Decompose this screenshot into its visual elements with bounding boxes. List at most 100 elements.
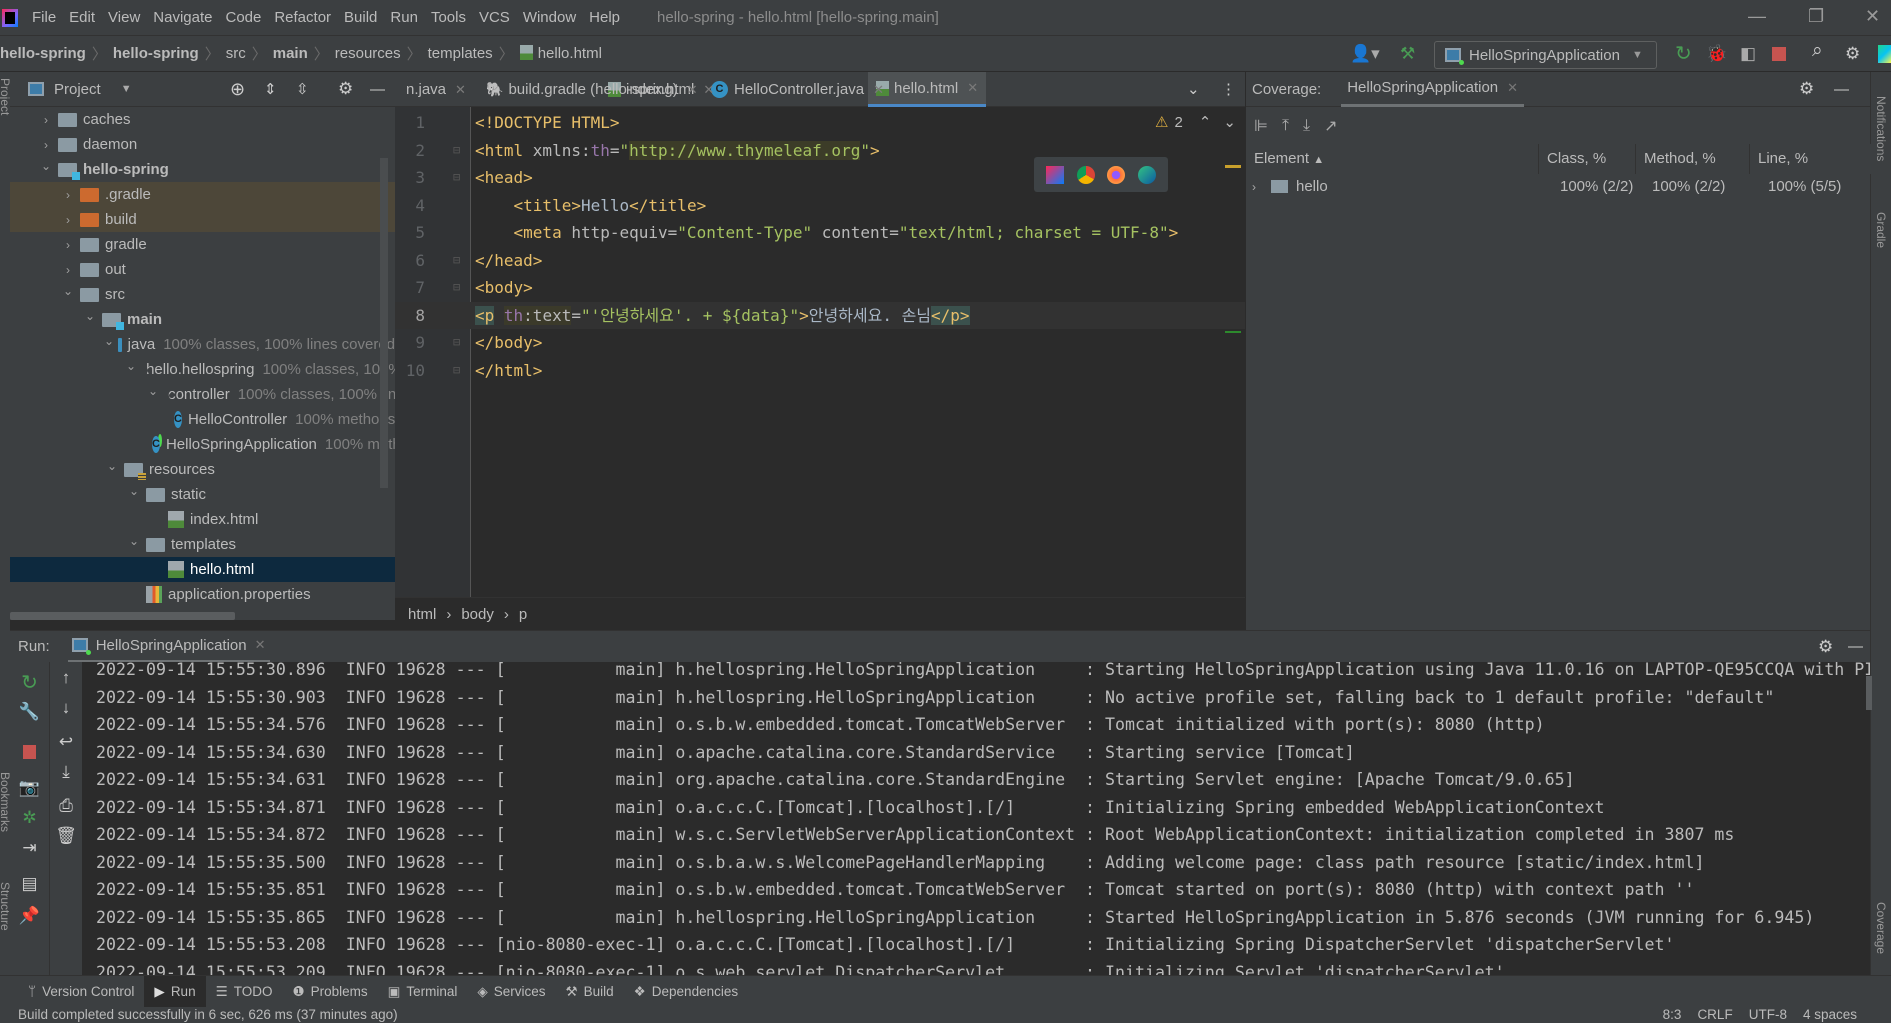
console-scrollbar[interactable] [1866,676,1872,710]
navigate-down-icon[interactable]: ⤓ [1303,117,1310,135]
close-icon[interactable]: ✕ [967,80,978,96]
tool-tab-version-control[interactable]: ᛘ Version Control [18,976,144,1008]
run-tab[interactable]: HelloSpringApplication ✕ [67,631,270,663]
chevron-down-icon[interactable]: ⌄ [126,534,142,548]
tree-item[interactable]: ⌄ src [10,282,395,307]
menu-navigate[interactable]: Navigate [153,9,212,26]
scroll-to-end-icon[interactable]: ⤓ [50,762,82,782]
tree-item[interactable]: › out [10,257,395,282]
tool-tab-dependencies[interactable]: ❖ Dependencies [624,976,748,1008]
indent-setting[interactable]: 4 spaces [1803,1007,1857,1023]
fold-close-icon[interactable]: ⊟ [453,247,460,275]
chevron-down-icon[interactable]: ▼ [121,83,132,95]
status-message[interactable]: Build completed successfully in 6 sec, 6… [18,1007,398,1023]
stop-icon[interactable] [1772,47,1786,61]
console-output[interactable]: 2022-09-14 15:55:30.896 INFO 19628 --- [… [82,662,1870,975]
file-encoding[interactable]: UTF-8 [1749,1007,1787,1023]
close-icon[interactable]: ✕ [1507,80,1518,96]
code-line[interactable]: 8 <p th:text="'안녕하세요'. + ${data}">안녕하세요. … [395,301,1245,329]
fold-open-icon[interactable]: ⊟ [453,137,460,165]
chevron-right-icon[interactable]: › [60,188,76,202]
stop-icon[interactable] [10,744,49,764]
tree-item[interactable]: CHelloController100% methods, 100% lines… [10,407,395,432]
tree-item[interactable]: › .gradle [10,182,395,207]
hide-panel-icon[interactable]: — [1848,638,1863,655]
code-line[interactable]: 6 ⊟ </head> [395,247,1245,275]
run-configuration-select[interactable]: HelloSpringApplication ▼ [1434,41,1657,69]
fold-open-icon[interactable]: ⊟ [453,164,460,192]
chevron-down-icon[interactable]: ⌄ [82,309,98,323]
tree-item[interactable]: CHelloSpringApplication100% methods, 100… [10,432,395,457]
tree-item[interactable]: hello.html [10,557,395,582]
print-icon[interactable]: ⎙ [50,796,82,816]
menu-file[interactable]: File [32,9,56,26]
editor-breadcrumb-item[interactable]: body [461,606,494,623]
editor-breadcrumb-item[interactable]: html [408,606,436,623]
tab-build-gradle-hello-spring-[interactable]: 🐘 build.gradle (hello-spring) ✕ [478,72,706,107]
line-separator[interactable]: CRLF [1697,1007,1732,1023]
chevron-right-icon[interactable]: › [1252,174,1256,200]
menu-code[interactable]: Code [225,9,261,26]
code-line[interactable]: 4 <title>Hello</title> [395,192,1245,220]
previous-highlight-icon[interactable]: ⌃ [1199,113,1212,131]
chevron-down-icon[interactable]: ⌄ [60,284,76,298]
menu-vcs[interactable]: VCS [479,9,510,26]
tree-item[interactable]: ⌄ hello-spring [10,157,395,182]
chevron-right-icon[interactable]: › [60,263,76,277]
tree-item[interactable]: ⌄ java 100% classes, 100% lines covered [10,332,395,357]
tree-item[interactable]: › build [10,207,395,232]
build-hammer-icon[interactable]: ⚒ [1400,44,1415,64]
exit-icon[interactable]: ⇥ [10,838,49,858]
chevron-down-icon[interactable]: ⌄ [1187,80,1200,98]
settings-gear-icon[interactable]: ⚙ [1799,79,1814,99]
menu-tools[interactable]: Tools [431,9,466,26]
chevron-down-icon[interactable]: ⌄ [148,384,158,398]
generate-report-icon[interactable]: ↗ [1324,116,1337,136]
close-icon[interactable]: ✕ [255,637,266,653]
column-line[interactable]: Line, % [1750,144,1871,174]
expand-all-icon[interactable]: ⇕ [264,80,277,98]
tree-item[interactable]: ⌄ hello.hellospring 100% classes, 100% lin… [10,357,395,382]
coverage-tab[interactable]: HelloSpringApplication ✕ [1341,72,1525,107]
edge-icon[interactable] [1137,165,1156,184]
tree-item[interactable]: ⌄ templates [10,532,395,557]
soft-wrap-icon[interactable]: ↩ [50,732,82,752]
stripe-coverage[interactable]: Coverage [1874,902,1888,954]
locate-file-icon[interactable]: ⊕ [230,79,245,100]
project-view-select[interactable]: Project [54,81,101,98]
firefox-icon[interactable] [1107,165,1126,184]
layout-icon[interactable]: ▤ [10,874,49,894]
breadcrumb-item[interactable]: hello.html [519,45,602,62]
tree-item[interactable]: › gradle [10,232,395,257]
stripe-gradle[interactable]: Gradle [1874,212,1888,248]
hide-panel-icon[interactable]: — [370,81,385,98]
trash-icon[interactable]: 🗑 [50,826,82,846]
intellij-browser-icon[interactable] [1046,165,1065,184]
editor-breadcrumb-item[interactable]: p [519,606,527,623]
camera-icon[interactable]: 📷 [10,778,49,798]
fold-close-icon[interactable]: ⊟ [453,357,460,385]
fold-close-icon[interactable]: ⊟ [453,329,460,357]
breadcrumb-item[interactable]: src [226,45,246,62]
tree-item[interactable]: ⌄ main [10,307,395,332]
tree-item[interactable]: application.properties [10,582,395,607]
close-window-button[interactable]: ✕ [1865,6,1880,27]
more-options-icon[interactable]: ⋮ [1221,80,1236,98]
pin-icon[interactable]: 📌 [10,906,49,926]
column-class[interactable]: Class, % [1539,144,1636,174]
chevron-right-icon[interactable]: › [60,238,76,252]
menu-refactor[interactable]: Refactor [274,9,331,26]
project-tree-hscrollbar[interactable] [10,612,235,620]
close-icon[interactable]: ✕ [455,82,466,98]
menu-view[interactable]: View [108,9,140,26]
jetbrains-toolbox-icon[interactable] [1878,45,1891,63]
code-line[interactable]: 1 <!DOCTYPE HTML> [395,109,1245,137]
breadcrumb-item[interactable]: resources [335,45,401,62]
chrome-icon[interactable] [1076,165,1095,184]
navigate-up-icon[interactable]: ⤒ [1282,117,1289,135]
modify-config-icon[interactable]: 🔧 [10,702,49,722]
settings-gear-icon[interactable]: ⚙ [1845,44,1860,64]
breadcrumb-item[interactable]: templates [428,45,493,62]
stripe-notifications[interactable]: Notifications [1874,96,1888,161]
fold-open-icon[interactable]: ⊟ [453,274,460,302]
